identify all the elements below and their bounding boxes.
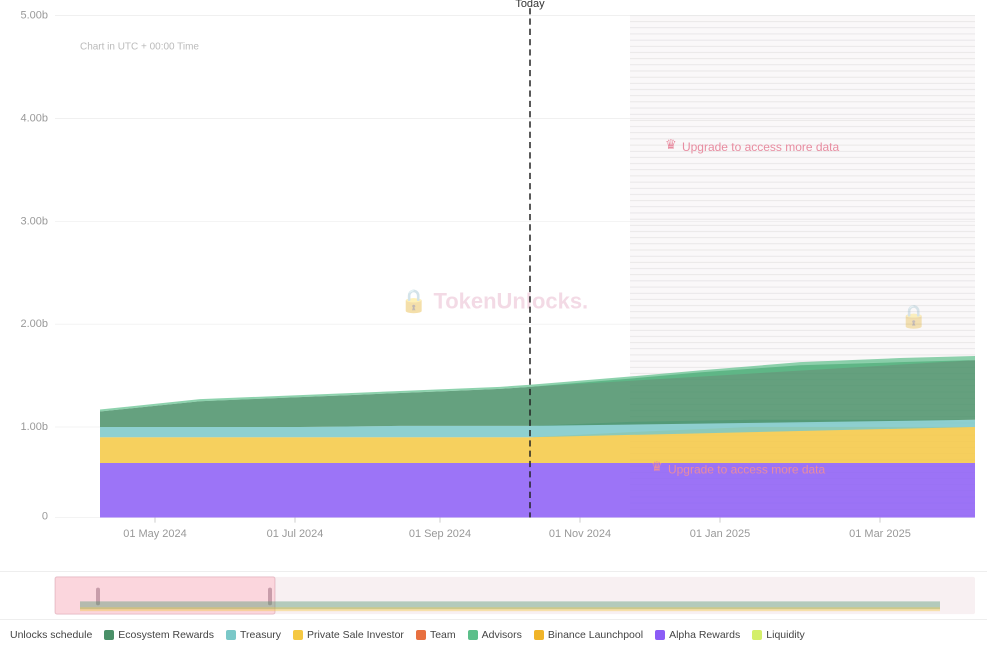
svg-text:Upgrade to access more data: Upgrade to access more data	[668, 462, 825, 476]
alpha-rewards-swatch	[655, 630, 665, 640]
svg-text:♛: ♛	[665, 137, 677, 152]
private-sale-label: Private Sale Investor	[307, 629, 404, 641]
svg-text:🔒: 🔒	[900, 304, 927, 329]
legend-advisors: Advisors	[468, 629, 522, 641]
legend-binance-launchpool: Binance Launchpool	[534, 629, 643, 641]
legend-ecosystem-rewards: Ecosystem Rewards	[104, 629, 214, 641]
ecosystem-rewards-label: Ecosystem Rewards	[118, 629, 214, 641]
svg-text:4.00b: 4.00b	[21, 112, 48, 124]
ecosystem-rewards-swatch	[104, 630, 114, 640]
svg-text:01 Nov 2024: 01 Nov 2024	[549, 528, 611, 540]
legend-team: Team	[416, 629, 456, 641]
svg-text:1.00b: 1.00b	[21, 421, 48, 433]
liquidity-swatch	[752, 630, 762, 640]
svg-text:3.00b: 3.00b	[21, 215, 48, 227]
svg-text:Chart in UTC + 00:00 Time: Chart in UTC + 00:00 Time	[80, 41, 199, 52]
binance-launchpool-label: Binance Launchpool	[548, 629, 643, 641]
legend-alpha-rewards: Alpha Rewards	[655, 629, 740, 641]
svg-text:01 Mar 2025: 01 Mar 2025	[849, 528, 911, 540]
treasury-label: Treasury	[240, 629, 281, 641]
svg-text:♛: ♛	[651, 459, 663, 474]
binance-launchpool-swatch	[534, 630, 544, 640]
svg-text:01 Jan 2025: 01 Jan 2025	[690, 528, 750, 540]
alpha-rewards-label: Alpha Rewards	[669, 629, 740, 641]
advisors-swatch	[468, 630, 478, 640]
advisors-label: Advisors	[482, 629, 522, 641]
svg-text:Upgrade to access more data: Upgrade to access more data	[682, 140, 839, 154]
svg-text:01 Jul 2024: 01 Jul 2024	[267, 528, 324, 540]
svg-text:🔒 TokenUnlocks.: 🔒 TokenUnlocks.	[400, 288, 588, 313]
svg-text:01 May 2024: 01 May 2024	[123, 528, 187, 540]
minimap[interactable]	[0, 571, 987, 619]
chart-container: 5.00b 4.00b 3.00b 2.00b 1.00b 0 Chart in…	[0, 0, 987, 649]
private-sale-swatch	[293, 630, 303, 640]
legend-treasury: Treasury	[226, 629, 281, 641]
svg-text:5.00b: 5.00b	[21, 9, 48, 21]
unlocks-schedule-label: Unlocks schedule	[10, 629, 92, 641]
liquidity-label: Liquidity	[766, 629, 805, 641]
legend-unlocks-schedule: Unlocks schedule	[10, 629, 92, 641]
team-label: Team	[430, 629, 456, 641]
svg-text:0: 0	[42, 510, 48, 522]
svg-text:2.00b: 2.00b	[21, 318, 48, 330]
team-swatch	[416, 630, 426, 640]
svg-text:Today: Today	[515, 0, 545, 10]
svg-text:01 Sep 2024: 01 Sep 2024	[409, 528, 471, 540]
legend-bar: Unlocks schedule Ecosystem Rewards Treas…	[0, 619, 987, 649]
treasury-swatch	[226, 630, 236, 640]
legend-private-sale: Private Sale Investor	[293, 629, 404, 641]
chart-area: 5.00b 4.00b 3.00b 2.00b 1.00b 0 Chart in…	[0, 0, 987, 571]
legend-liquidity: Liquidity	[752, 629, 805, 641]
